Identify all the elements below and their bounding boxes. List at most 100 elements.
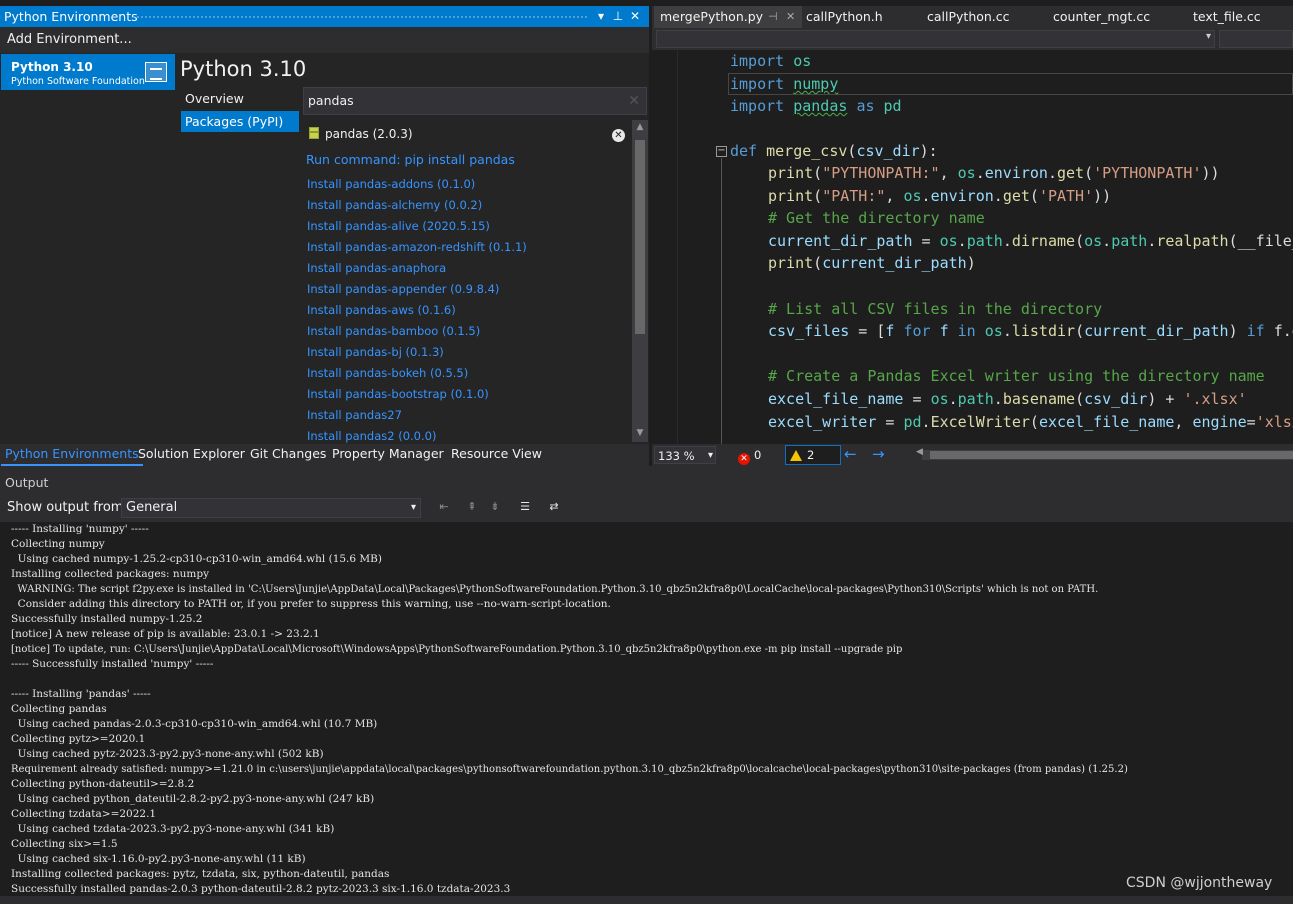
output-line: WARNING: The script f2py.exe is installe… xyxy=(11,584,1099,595)
install-link[interactable]: Install pandas-addons (0.1.0) xyxy=(307,177,475,191)
output-text[interactable]: ----- Installing 'numpy' ----- Collectin… xyxy=(0,522,1293,896)
clear-all-icon[interactable]: ☰ xyxy=(517,500,533,514)
code-line: # Create a Pandas Excel writer using the… xyxy=(768,367,1265,385)
find-message-icon[interactable]: ⇤ xyxy=(436,500,452,514)
collapse-icon[interactable]: − xyxy=(716,146,727,157)
code-line: csv_files = [f for f in os.listdir(curre… xyxy=(768,322,1293,340)
code-line: import pandas as pd xyxy=(730,97,902,115)
add-environment-button[interactable]: Add Environment... xyxy=(0,27,649,53)
install-link[interactable]: Install pandas27 xyxy=(307,408,402,422)
clear-search-icon[interactable]: ✕ xyxy=(628,88,640,114)
output-line: [notice] To update, run: C:\Users\Junjie… xyxy=(11,644,903,655)
tab-solution-explorer[interactable]: Solution Explorer xyxy=(134,444,249,466)
tab-counter-mgt-cc[interactable]: counter_mgt.cc xyxy=(1053,6,1150,28)
tab-text-file-cc[interactable]: text_file.cc xyxy=(1193,6,1261,28)
tab-overview[interactable]: Overview xyxy=(181,89,299,109)
horizontal-scrollbar[interactable]: ◀ xyxy=(916,447,1293,460)
scroll-left-icon[interactable]: ◀ xyxy=(916,447,923,457)
arrow-left-icon[interactable]: ← xyxy=(844,444,857,464)
run-command-link[interactable]: Run command: pip install pandas xyxy=(306,152,515,167)
python-environments-titlebar: Python Environments ▾ ⊥ ✕ xyxy=(0,6,649,27)
code-line: excel_writer = pd.ExcelWriter(excel_file… xyxy=(768,413,1293,431)
fold-guide xyxy=(721,158,722,444)
scrollbar-thumb[interactable] xyxy=(635,140,645,334)
env-header: Python 3.10 xyxy=(180,57,307,81)
install-link[interactable]: Install pandas-anaphora xyxy=(307,261,446,275)
close-icon[interactable]: ✕ xyxy=(627,6,643,27)
output-line: Successfully installed numpy-1.25.2 xyxy=(11,613,203,625)
output-source-select[interactable]: General xyxy=(121,498,421,518)
scrollbar-thumb[interactable] xyxy=(930,451,1293,459)
grip-dots xyxy=(132,15,589,19)
tab-python-environments[interactable]: Python Environments xyxy=(1,444,143,466)
show-output-from-label: Show output from: xyxy=(7,500,128,515)
code-line: import numpy xyxy=(730,75,839,93)
arrow-right-icon[interactable]: → xyxy=(872,444,885,464)
installed-package: pandas (2.0.3) xyxy=(309,127,413,141)
env-vendor: Python Software Foundation xyxy=(11,76,145,87)
dropdown-icon[interactable]: ▾ xyxy=(593,6,609,27)
warning-count[interactable]: 2 xyxy=(785,445,841,465)
package-list: pandas (2.0.3) ✕ Run command: pip instal… xyxy=(303,117,631,443)
warning-icon xyxy=(790,450,802,461)
warning-count-value: 2 xyxy=(807,448,815,462)
code-editor[interactable]: − import os import numpy import pandas a… xyxy=(652,50,1293,444)
scope-dropdown[interactable] xyxy=(656,30,1215,48)
output-line: ----- Installing 'pandas' ----- xyxy=(11,688,151,700)
navigation-bar xyxy=(652,28,1293,50)
env-list-item-python310[interactable]: Python 3.10 Python Software Foundation xyxy=(1,54,175,90)
code-line: excel_file_name = os.path.basename(csv_d… xyxy=(768,390,1247,408)
output-line: [notice] A new release of pip is availab… xyxy=(11,628,320,640)
environment-window-icon[interactable] xyxy=(145,62,167,82)
install-link[interactable]: Install pandas-bootstrap (0.1.0) xyxy=(307,387,489,401)
code-line: print("PYTHONPATH:", os.environ.get('PYT… xyxy=(768,164,1220,182)
install-link[interactable]: Install pandas-amazon-redshift (0.1.1) xyxy=(307,240,527,254)
zoom-dropdown[interactable]: 133 % xyxy=(654,446,716,465)
install-link[interactable]: Install pandas-appender (0.9.8.4) xyxy=(307,282,499,296)
output-line: Collecting numpy xyxy=(11,538,105,550)
install-link[interactable]: Install pandas-alive (2020.5.15) xyxy=(307,219,490,233)
scroll-up-icon[interactable]: ▲ xyxy=(632,122,648,132)
install-link[interactable]: Install pandas-bj (0.1.3) xyxy=(307,345,444,359)
editor-tab-strip: mergePython.py ⊣ ✕ callPython.h callPyth… xyxy=(652,6,1293,28)
output-line: Requirement already satisfied: numpy>=1.… xyxy=(11,764,1128,775)
install-link[interactable]: Install pandas-bamboo (0.1.5) xyxy=(307,324,480,338)
tab-label: mergePython.py xyxy=(660,9,764,24)
install-link[interactable]: Install pandas-aws (0.1.6) xyxy=(307,303,456,317)
output-bottom-bar xyxy=(0,896,1293,904)
watermark: CSDN @wjjontheway xyxy=(1126,875,1273,891)
package-list-scrollbar[interactable]: ▲ ▼ xyxy=(632,120,648,442)
output-line: Collecting six>=1.5 xyxy=(11,838,118,850)
tab-packages[interactable]: Packages (PyPI) xyxy=(181,111,299,132)
output-line: Consider adding this directory to PATH o… xyxy=(11,598,611,610)
install-link[interactable]: Install pandas-bokeh (0.5.5) xyxy=(307,366,468,380)
tab-callpython-h[interactable]: callPython.h xyxy=(806,6,883,28)
next-message-icon[interactable]: ⇟ xyxy=(487,500,503,514)
env-name: Python 3.10 xyxy=(11,60,93,74)
output-line: Using cached python_dateutil-2.8.2-py2.p… xyxy=(11,793,375,805)
tab-mergepython-py[interactable]: mergePython.py ⊣ ✕ xyxy=(654,6,802,28)
package-search-input[interactable]: pandas ✕ xyxy=(303,87,647,115)
error-count[interactable]: ✕ 0 xyxy=(738,446,761,465)
search-value: pandas xyxy=(308,93,354,108)
output-line: Using cached tzdata-2023.3-py2.py3-none-… xyxy=(11,823,335,835)
tab-git-changes[interactable]: Git Changes xyxy=(246,444,330,466)
tab-resource-view[interactable]: Resource View xyxy=(447,444,546,466)
pin-icon[interactable]: ⊣ xyxy=(768,6,778,28)
install-link[interactable]: Install pandas-alchemy (0.0.2) xyxy=(307,198,482,212)
tab-callpython-cc[interactable]: callPython.cc xyxy=(927,6,1010,28)
scroll-down-icon[interactable]: ▼ xyxy=(632,428,648,438)
code-line: print(current_dir_path) xyxy=(768,254,976,272)
previous-message-icon[interactable]: ⇞ xyxy=(464,500,480,514)
uninstall-package-icon[interactable]: ✕ xyxy=(612,129,625,142)
code-line: import os xyxy=(730,52,812,70)
error-icon: ✕ xyxy=(738,453,750,465)
output-line: Using cached numpy-1.25.2-cp310-cp310-wi… xyxy=(11,553,382,565)
word-wrap-icon[interactable]: ⇄ xyxy=(546,500,562,514)
tab-property-manager[interactable]: Property Manager xyxy=(328,444,448,466)
close-tab-icon[interactable]: ✕ xyxy=(786,6,795,28)
pin-icon[interactable]: ⊥ xyxy=(610,6,626,27)
member-dropdown[interactable] xyxy=(1219,30,1293,48)
output-title: Output xyxy=(0,472,1293,494)
install-link[interactable]: Install pandas2 (0.0.0) xyxy=(307,429,436,443)
